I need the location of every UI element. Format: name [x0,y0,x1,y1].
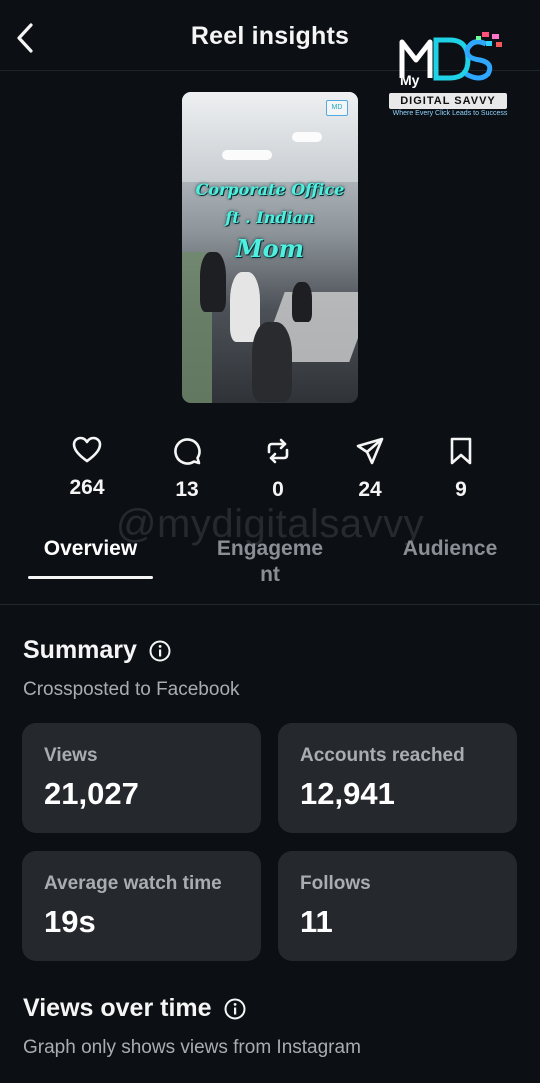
accounts-reached-value: 12,941 [300,776,395,811]
views-over-time-subtitle: Graph only shows views from Instagram [23,1037,361,1058]
thumbnail-person [252,322,292,402]
reposts-count: 0 [272,478,284,501]
saves-count: 9 [455,478,467,501]
engagement-stats: 264 13 0 24 9 [0,436,540,506]
views-over-time-title: Views over time [23,994,212,1022]
reel-thumbnail[interactable]: MD Corporate Office ft . Indian Mom [182,92,358,403]
comment-icon [174,438,201,465]
insights-tabs: Overview Engageme nt Audience [0,530,540,605]
logo-brand-text: DIGITAL SAVVY [389,93,507,109]
views-value: 21,027 [44,776,139,811]
summary-heading: Summary [23,636,171,665]
thumbnail-logo-badge: MD [326,100,348,116]
reel-caption-line3: Mom [236,234,304,263]
average-watch-time-card[interactable]: Average watch time 19s [22,851,261,961]
reel-caption-line2: ft . Indian [225,208,315,227]
summary-title: Summary [23,636,137,664]
thumbnail-light [292,132,322,142]
comments-stat: 13 [147,436,227,502]
info-icon[interactable] [224,998,246,1020]
tab-audience[interactable]: Audience [385,536,515,562]
brand-logo: My DIGITAL SAVVY Where Every Click Leads… [386,30,514,122]
heart-icon [72,436,102,463]
comments-count: 13 [175,478,199,501]
info-icon[interactable] [149,640,171,662]
summary-subtitle: Crossposted to Facebook [23,679,240,700]
active-tab-indicator [28,576,153,579]
reel-caption-line1: Corporate Office [195,180,345,199]
accounts-reached-label: Accounts reached [300,745,465,766]
follows-card[interactable]: Follows 11 [278,851,517,961]
accounts-reached-card[interactable]: Accounts reached 12,941 [278,723,517,833]
bookmark-icon [450,437,472,465]
saves-stat: 9 [421,436,501,502]
tab-overview[interactable]: Overview [28,536,153,562]
thumbnail-light [222,150,272,160]
logo-tagline: Where Every Click Leads to Success [392,110,508,117]
shares-stat: 24 [330,436,410,502]
likes-count: 264 [69,476,105,499]
repost-icon [267,438,289,464]
share-icon [356,437,384,465]
mds-logo-icon [399,32,502,81]
likes-stat: 264 [47,436,127,500]
average-watch-time-label: Average watch time [44,873,222,894]
logo-my-text: My [400,72,420,88]
thumbnail-person [292,282,312,322]
average-watch-time-value: 19s [44,904,96,939]
follows-value: 11 [300,904,333,939]
shares-count: 24 [358,478,382,501]
follows-label: Follows [300,873,371,894]
views-card[interactable]: Views 21,027 [22,723,261,833]
views-label: Views [44,745,98,766]
views-over-time-heading: Views over time [23,994,246,1023]
tab-engagement[interactable]: Engageme nt [200,536,340,588]
reposts-stat: 0 [238,436,318,502]
